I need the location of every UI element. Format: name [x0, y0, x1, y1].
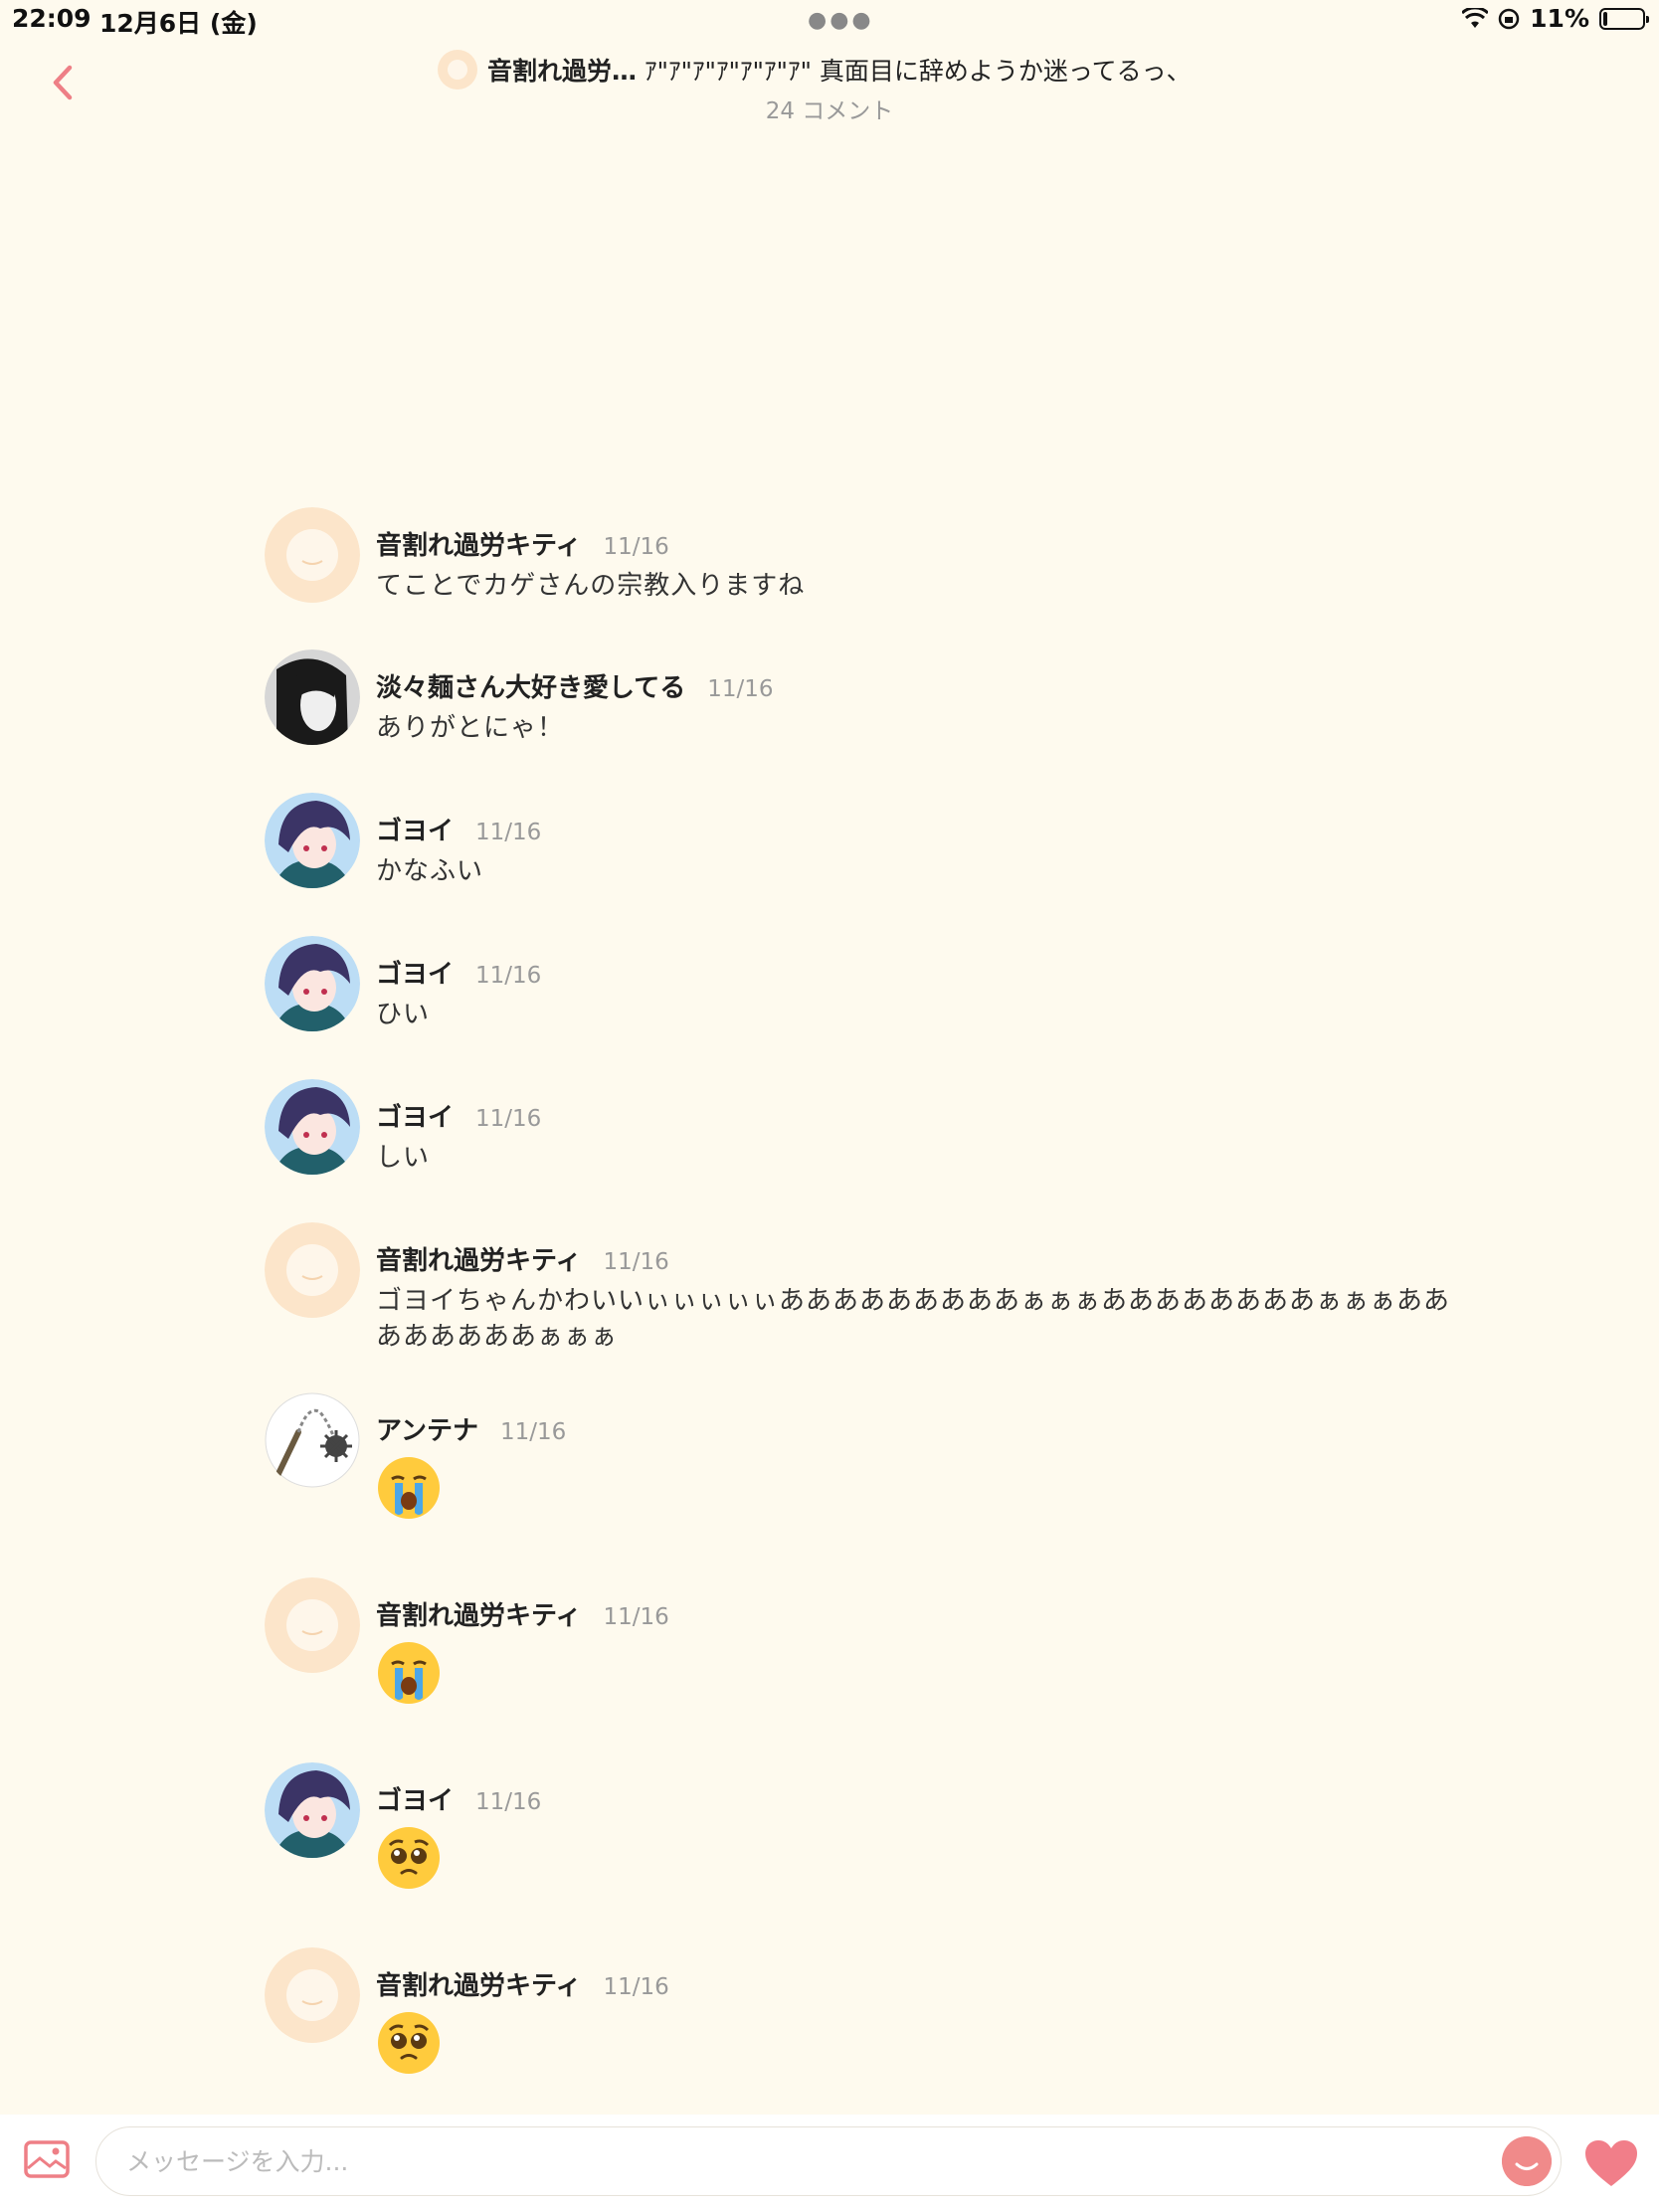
comment-header: ゴヨイ 11/16 [376, 1097, 1520, 1134]
default-avatar[interactable] [265, 1222, 360, 1318]
comment-header: ゴヨイ 11/16 [376, 954, 1520, 991]
comment-username[interactable]: ゴヨイ [376, 954, 454, 991]
post-title: 音割れ過労… ｱ"ｱ"ｱ"ｱ"ｱ"ｱ"ｱ" 真面目に辞めようか迷ってるっ、 [487, 52, 1192, 88]
comment-body: ゴヨイ 11/16 ひい [376, 954, 1520, 1032]
battery-level [1603, 11, 1607, 26]
comment-text: ゴヨイちゃんかわいいぃぃぃぃぃあああああああああぁぁぁああああああああぁぁぁああ… [376, 1286, 1451, 1352]
default-avatar[interactable] [265, 507, 360, 603]
comment-body: 淡々麺さん大好き愛してる 11/16 ありがとにゃ！ [376, 667, 1520, 746]
status-date: 12月6日 (金) [99, 9, 258, 38]
comment-text: ひい [376, 1000, 431, 1029]
comment-header: 音割れ過労キティ 11/16 [376, 525, 1520, 562]
comment-body: ゴヨイ 11/16 かなふい [376, 811, 1520, 889]
comment-header: 音割れ過労キティ 11/16 [376, 1595, 1520, 1632]
comment-count: 24 コメント [765, 98, 894, 124]
comment-username[interactable]: アンテナ [376, 1410, 478, 1447]
post-author-name: 音割れ過労… [487, 57, 638, 86]
heart-icon[interactable] [1583, 2138, 1639, 2188]
comment-timestamp: 11/16 [603, 1604, 669, 1630]
comment-text: てことでカゲさんの宗教入りますね [376, 571, 806, 601]
post-text-preview: ｱ"ｱ"ｱ"ｱ"ｱ"ｱ"ｱ" 真面目に辞めようか迷ってるっ、 [637, 57, 1192, 86]
purple-hair-avatar[interactable] [265, 793, 360, 888]
status-indicators: 11% [1462, 4, 1649, 33]
purple-hair-avatar[interactable] [265, 1762, 360, 1858]
orientation-lock-icon [1498, 8, 1520, 29]
comment-username[interactable]: ゴヨイ [376, 811, 454, 847]
comment-body: ゴヨイ 11/16 [376, 1780, 1520, 1891]
comment-body: ゴヨイ 11/16 しい [376, 1097, 1520, 1176]
comment-timestamp: 11/16 [603, 534, 669, 560]
comment-header: 音割れ過労キティ 11/16 [376, 1240, 1520, 1277]
flail-avatar[interactable] [265, 1392, 360, 1488]
status-time: 22:09 [12, 4, 92, 33]
purple-hair-avatar[interactable] [265, 936, 360, 1031]
status-bar: 22:09 12月6日 (金) ●●● 11% [0, 0, 1659, 40]
default-avatar[interactable] [265, 1947, 360, 2043]
comment-timestamp: 11/16 [603, 1974, 669, 2000]
comment-text: ありがとにゃ！ [376, 713, 565, 743]
comment-body: 音割れ過労キティ 11/16 ゴヨイちゃんかわいいぃぃぃぃぃあああああああああぁぁぁ… [376, 1240, 1520, 1355]
comment-timestamp: 11/16 [603, 1249, 669, 1275]
emoji-face-icon[interactable] [1502, 2136, 1552, 2186]
comment-username[interactable]: 淡々麺さん大好き愛してる [376, 667, 685, 704]
comment-body: 音割れ過労キティ 11/16 [376, 1965, 1520, 2076]
comment-username[interactable]: ゴヨイ [376, 1097, 454, 1134]
comment-body: 音割れ過労キティ 11/16 てことでカゲさんの宗教入りますね [376, 525, 1520, 604]
comment-text: かなふい [376, 856, 484, 886]
comment-header: 音割れ過労キティ 11/16 [376, 1965, 1520, 2002]
comment-header: ゴヨイ 11/16 [376, 1780, 1520, 1817]
comment-header: アンテナ 11/16 [376, 1410, 1520, 1447]
purple-hair-avatar[interactable] [265, 1079, 360, 1175]
default-avatar[interactable] [265, 1577, 360, 1673]
battery-percent: 11% [1530, 4, 1589, 33]
message-input[interactable] [95, 2126, 1562, 2196]
pleading-face-emoji [376, 2010, 442, 2076]
comment-header: ゴヨイ 11/16 [376, 811, 1520, 847]
comment-username[interactable]: 音割れ過労キティ [376, 1240, 581, 1277]
comment-username[interactable]: 音割れ過労キティ [376, 1595, 581, 1632]
comment-body: アンテナ 11/16 [376, 1410, 1520, 1521]
wifi-icon [1462, 7, 1489, 28]
comment-username[interactable]: ゴヨイ [376, 1780, 454, 1817]
image-icon[interactable] [24, 2140, 70, 2178]
post-author-avatar [438, 50, 477, 90]
comment-username[interactable]: 音割れ過労キティ [376, 525, 581, 562]
comment-header: 淡々麺さん大好き愛してる 11/16 [376, 667, 1520, 704]
comment-username[interactable]: 音割れ過労キティ [376, 1965, 581, 2002]
loudly-crying-face-emoji [376, 1640, 442, 1706]
multitasking-dots-icon[interactable]: ●●● [808, 8, 874, 33]
comment-timestamp: 11/16 [475, 820, 542, 845]
comment-timestamp: 11/16 [499, 1419, 567, 1445]
pleading-face-emoji [376, 1825, 442, 1891]
comment-timestamp: 11/16 [475, 1106, 542, 1132]
header-title-row[interactable]: 音割れ過労… ｱ"ｱ"ｱ"ｱ"ｱ"ｱ"ｱ" 真面目に辞めようか迷ってるっ、 [438, 50, 1192, 90]
battery-icon [1599, 7, 1649, 30]
comment-timestamp: 11/16 [707, 676, 774, 702]
dark-avatar[interactable] [265, 649, 360, 745]
comment-body: 音割れ過労キティ 11/16 [376, 1595, 1520, 1706]
loudly-crying-face-emoji [376, 1455, 442, 1521]
comment-timestamp: 11/16 [475, 1789, 542, 1815]
comment-timestamp: 11/16 [475, 963, 542, 989]
comment-text: しい [376, 1143, 431, 1173]
message-input-bar [0, 2115, 1659, 2212]
